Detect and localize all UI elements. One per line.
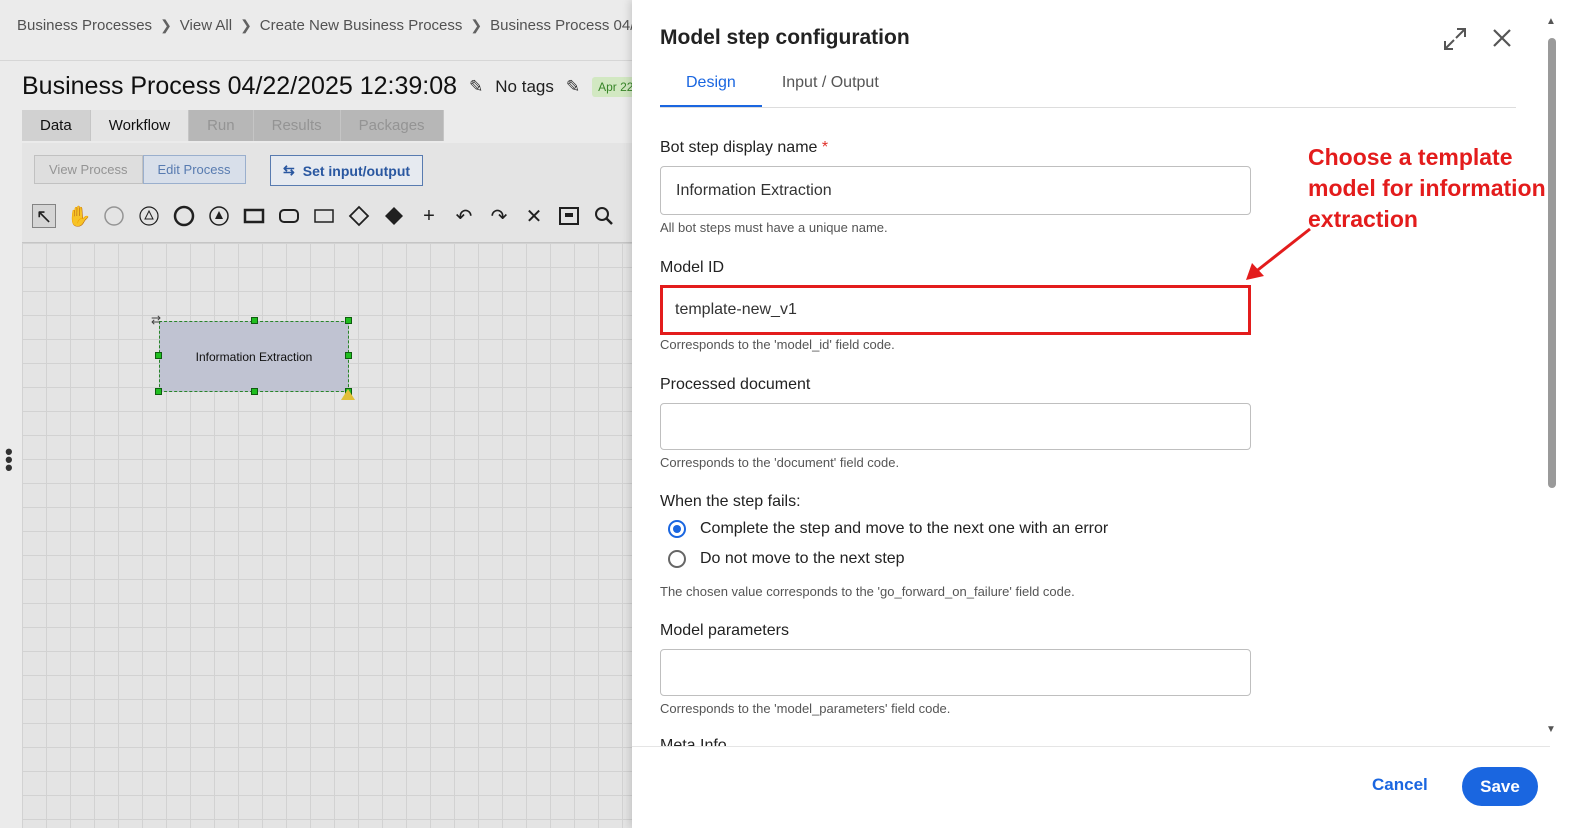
display-name-help: All bot steps must have a unique name. (660, 220, 888, 235)
scroll-up-icon[interactable]: ▲ (1546, 16, 1556, 27)
modal-backdrop[interactable] (0, 0, 640, 828)
radio-selected-icon[interactable] (668, 520, 686, 538)
processed-document-help: Corresponds to the 'document' field code… (660, 455, 900, 470)
failure-label: When the step fails: (660, 493, 801, 510)
tab-design[interactable]: Design (660, 62, 762, 107)
panel-footer: Cancel Save (632, 746, 1550, 828)
annotation-arrow-icon (1246, 227, 1311, 280)
display-name-value: Information Extraction (676, 181, 832, 199)
tab-input-output[interactable]: Input / Output (762, 62, 905, 107)
display-name-input[interactable]: Information Extraction (660, 166, 1251, 215)
expand-icon[interactable] (1442, 26, 1468, 52)
cancel-button[interactable]: Cancel (1372, 775, 1428, 795)
panel-scrollbar[interactable]: ▲ ▼ (1544, 16, 1558, 744)
panel-tabs: Design Input / Output (660, 62, 1516, 108)
model-id-input[interactable]: template-new_v1 (660, 285, 1251, 335)
annotation-callout: Choose a template model for information … (1308, 144, 1546, 232)
save-button[interactable]: Save (1462, 767, 1538, 806)
scroll-down-icon[interactable]: ▼ (1546, 724, 1556, 735)
panel-title: Model step configuration (660, 26, 910, 49)
model-parameters-input[interactable] (660, 649, 1251, 696)
required-mark: * (821, 139, 829, 156)
model-parameters-help: Corresponds to the 'model_parameters' fi… (660, 701, 951, 716)
model-parameters-label: Model parameters (660, 622, 789, 639)
scrollbar-thumb[interactable] (1548, 38, 1556, 488)
processed-document-input[interactable] (660, 403, 1251, 450)
model-id-help: Corresponds to the 'model_id' field code… (660, 337, 895, 352)
radio-unselected-icon[interactable] (668, 550, 686, 568)
model-step-panel: Model step configuration Design Input / … (632, 0, 1590, 828)
meta-info-label: Meta Info (660, 738, 727, 746)
failure-help: The chosen value corresponds to the 'go_… (660, 584, 1075, 599)
close-icon[interactable] (1490, 26, 1514, 50)
failure-option-complete[interactable]: Complete the step and move to the next o… (668, 520, 1108, 538)
model-id-label: Model ID (660, 259, 725, 276)
processed-document-label: Processed document (660, 376, 811, 393)
model-id-value: template-new_v1 (675, 301, 797, 318)
failure-option-stop[interactable]: Do not move to the next step (668, 550, 905, 568)
display-name-label-text: Bot step display name (660, 139, 818, 156)
display-name-label: Bot step display name * (660, 139, 828, 157)
failure-option-label: Do not move to the next step (700, 550, 905, 567)
failure-option-label: Complete the step and move to the next o… (700, 520, 1109, 537)
